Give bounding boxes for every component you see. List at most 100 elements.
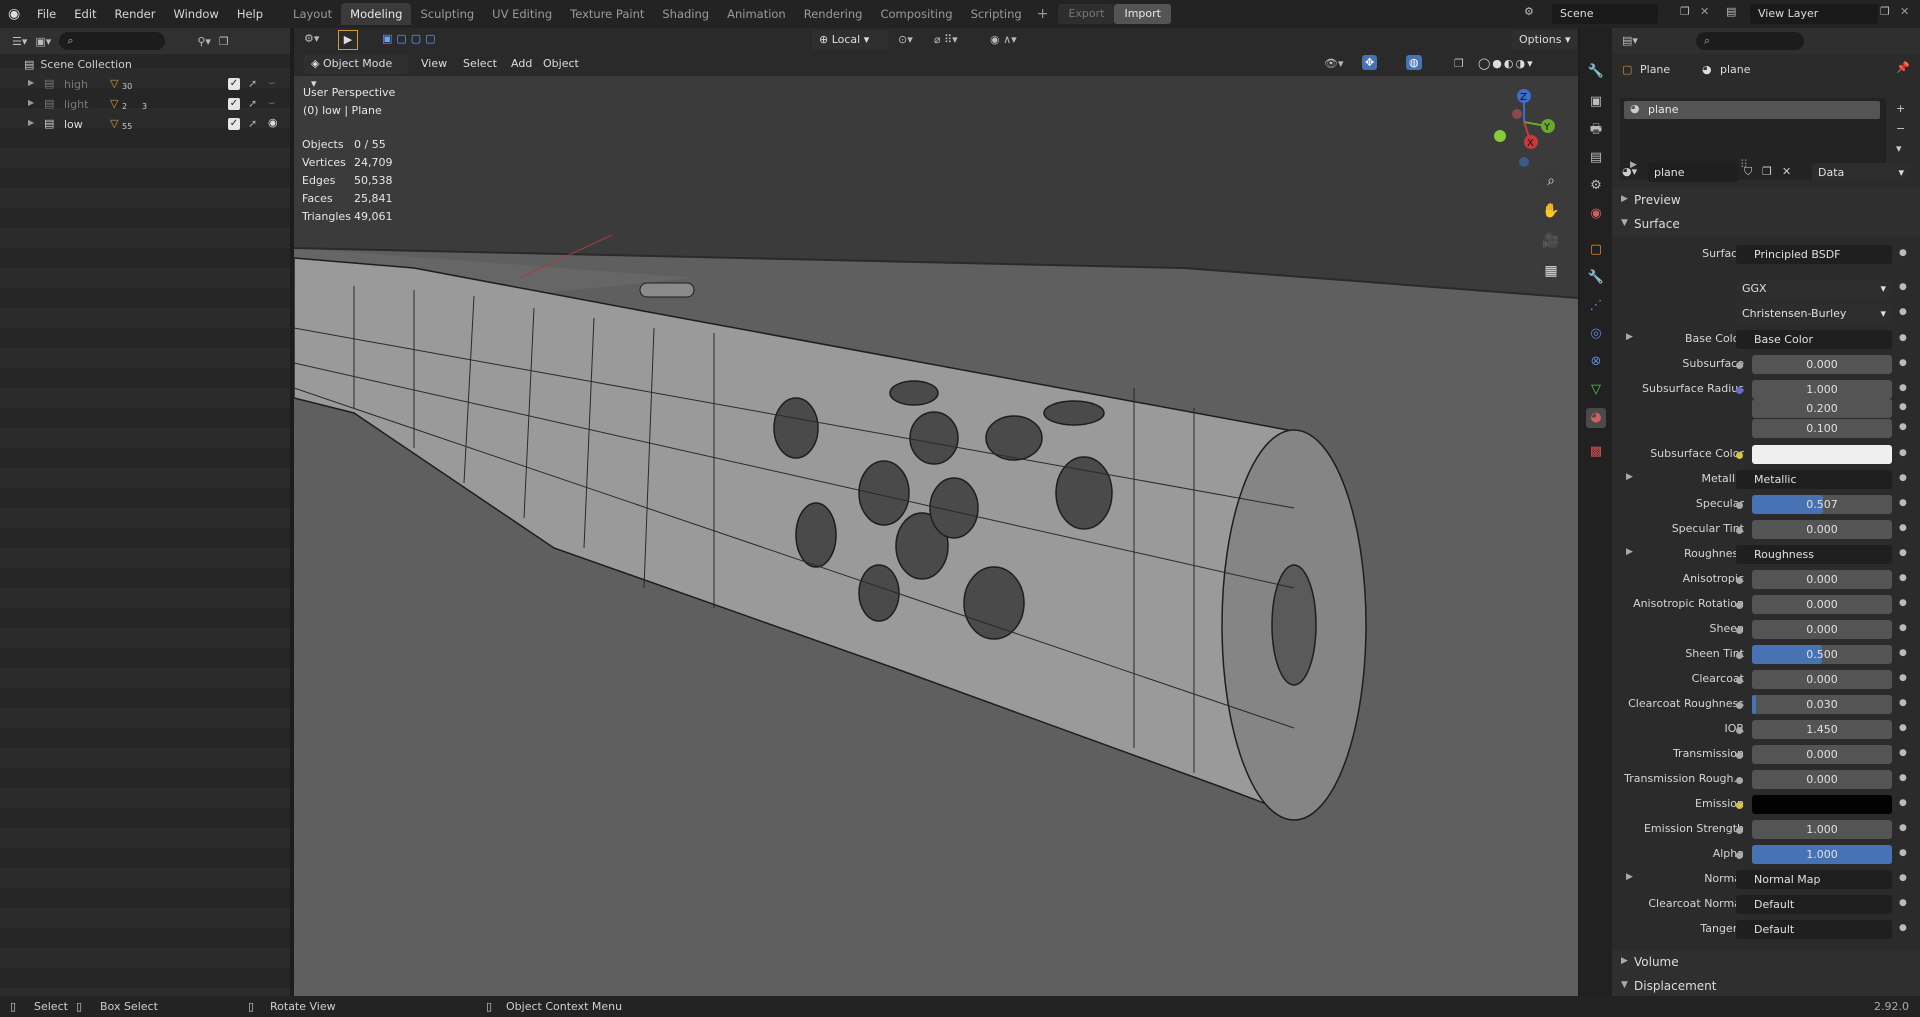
socket-icon[interactable] (1736, 777, 1743, 784)
ortho-toggle-icon[interactable]: ▦ (1538, 258, 1564, 284)
keyframe-dot-icon[interactable]: ● (1899, 748, 1907, 758)
socket-icon[interactable] (1736, 802, 1743, 809)
output-tab-icon[interactable]: 🖶 (1586, 120, 1606, 140)
socket-icon[interactable] (1736, 527, 1743, 534)
expand-arrow-icon[interactable]: ▶ (28, 98, 34, 107)
menu-file[interactable]: File (28, 0, 65, 28)
keyframe-dot-icon[interactable]: ● (1899, 673, 1907, 683)
camera-view-icon[interactable]: 🎥 (1538, 228, 1564, 254)
filter-icon[interactable]: ⚲▾ (197, 35, 211, 48)
proportional-edit-icon[interactable]: ◉ ∧▾ (990, 33, 1017, 46)
tool-settings-icon[interactable]: ⚙▾ (304, 32, 319, 45)
socket-icon[interactable] (1736, 752, 1743, 759)
expand-socket-icon[interactable]: ▶ (1626, 472, 1633, 482)
overlays-icon[interactable]: ◍ (1406, 55, 1422, 70)
prop-value-field[interactable]: 1.450 (1752, 720, 1892, 739)
include-checkbox[interactable]: ✓ (228, 98, 240, 110)
keyframe-dot-icon[interactable]: ● (1899, 307, 1907, 317)
selectable-icon[interactable]: ➚ (248, 117, 257, 130)
prop-value-field[interactable]: 0.507 (1752, 495, 1892, 514)
prop-value-field[interactable]: 0.000 (1752, 520, 1892, 539)
menu-edit[interactable]: Edit (65, 0, 105, 28)
transform-orientation-dropdown[interactable]: ⊕ Local ▾ (812, 30, 888, 50)
keyframe-dot-icon[interactable]: ● (1899, 548, 1907, 558)
outliner-item-low[interactable]: ▶ ▤ low ▽ 55 ✓ ➚ ◉ (0, 114, 290, 134)
volume-section[interactable]: ▶ Volume (1612, 950, 1920, 974)
prop-value-field[interactable]: 0.000 (1752, 770, 1892, 789)
select-tool-icon[interactable]: ▶ (338, 30, 358, 50)
tab-shading[interactable]: Shading (653, 3, 718, 25)
socket-icon[interactable] (1736, 627, 1743, 634)
selectable-icon[interactable]: ➚ (248, 97, 257, 110)
texture-tab-icon[interactable]: ▩ (1586, 442, 1606, 462)
prop-value-field[interactable]: Default (1736, 920, 1892, 939)
outliner-item-light[interactable]: ▶ ▤ light ▽ 2 3 ✓ ➚ ⌣ (0, 94, 290, 114)
socket-icon[interactable] (1736, 677, 1743, 684)
keyframe-dot-icon[interactable]: ● (1899, 422, 1907, 432)
tab-modeling[interactable]: Modeling (341, 3, 412, 25)
keyframe-dot-icon[interactable]: ● (1899, 333, 1907, 343)
object-tab-icon[interactable]: ▢ (1586, 240, 1606, 260)
selectable-icon[interactable]: ➚ (248, 77, 257, 90)
view-layer-tab-icon[interactable]: ▤ (1586, 148, 1606, 168)
tab-layout[interactable]: Layout (284, 3, 341, 25)
prop-value-field[interactable]: 1.000 (1752, 380, 1892, 399)
tab-rendering[interactable]: Rendering (795, 3, 872, 25)
prop-value-field[interactable]: 0.000 (1752, 355, 1892, 374)
add-slot-icon[interactable]: + (1896, 102, 1905, 115)
keyframe-dot-icon[interactable]: ● (1899, 473, 1907, 483)
material-slot-item[interactable]: plane (1624, 101, 1880, 119)
socket-icon[interactable] (1736, 827, 1743, 834)
data-tab-icon[interactable]: ▽ (1586, 380, 1606, 400)
socket-icon[interactable] (1736, 387, 1743, 394)
prop-value-field[interactable]: GGX ▾ (1736, 279, 1892, 298)
prop-value-field[interactable]: 0.000 (1752, 570, 1892, 589)
properties-editor-icon[interactable]: ▤▾ (1622, 34, 1638, 47)
tool-tab-icon[interactable]: 🔧 (1586, 62, 1606, 82)
view-layer-selector[interactable]: View Layer (1750, 4, 1878, 24)
material-tab-icon[interactable]: ◕ (1586, 408, 1606, 428)
mode-dropdown[interactable]: ◈ Object Mode ▾ (304, 54, 408, 90)
tab-texture-paint[interactable]: Texture Paint (561, 3, 653, 25)
keyframe-dot-icon[interactable]: ● (1899, 448, 1907, 458)
prop-value-field[interactable]: Christensen-Burley ▾ (1736, 304, 1892, 323)
physics-tab-icon[interactable]: ◎ (1586, 324, 1606, 344)
editor-type-icon[interactable]: ☰▾ (12, 35, 27, 48)
include-checkbox[interactable]: ✓ (228, 78, 240, 90)
keyframe-dot-icon[interactable]: ● (1899, 573, 1907, 583)
gizmo-toggle-icon[interactable]: ✥ (1362, 55, 1378, 70)
keyframe-dot-icon[interactable]: ● (1899, 923, 1907, 933)
scene-selector[interactable]: Scene (1552, 4, 1658, 24)
keyframe-dot-icon[interactable]: ● (1899, 623, 1907, 633)
add-workspace-icon[interactable]: + (1031, 6, 1055, 22)
world-tab-icon[interactable]: ◉ (1586, 204, 1606, 224)
displacement-section[interactable]: ▼ Displacement (1612, 974, 1920, 996)
link-dropdown[interactable]: Data ▾ (1812, 163, 1910, 182)
expand-socket-icon[interactable]: ▶ (1626, 332, 1633, 342)
socket-icon[interactable] (1736, 502, 1743, 509)
xray-icon[interactable]: ❐ (1454, 57, 1464, 70)
scene-tab-icon[interactable]: ⚙ (1586, 176, 1606, 196)
expand-arrow-icon[interactable]: ▶ (28, 118, 34, 127)
export-button[interactable]: Export (1058, 4, 1115, 24)
keyframe-dot-icon[interactable]: ● (1899, 873, 1907, 883)
keyframe-dot-icon[interactable]: ● (1899, 598, 1907, 608)
socket-icon[interactable] (1736, 577, 1743, 584)
options-dropdown[interactable]: Options ▾ (1512, 30, 1578, 50)
blender-logo-icon[interactable]: ◉ (8, 6, 28, 22)
constraints-tab-icon[interactable]: ⊗ (1586, 352, 1606, 372)
prop-value-field[interactable]: 0.000 (1752, 595, 1892, 614)
slot-menu-icon[interactable]: ▾ (1896, 142, 1902, 155)
pan-hand-icon[interactable]: ✋ (1538, 198, 1564, 224)
menu-window[interactable]: Window (164, 0, 227, 28)
prop-value-field[interactable]: 0.000 (1752, 745, 1892, 764)
tab-scripting[interactable]: Scripting (962, 3, 1031, 25)
keyframe-dot-icon[interactable]: ● (1899, 798, 1907, 808)
prop-value-field[interactable] (1752, 795, 1892, 814)
shading-modes-icon[interactable]: ◯●◐◑▾ (1478, 57, 1535, 70)
prop-value-field[interactable]: 1.000 (1752, 845, 1892, 864)
modifier-tab-icon[interactable]: 🔧 (1586, 268, 1606, 288)
keyframe-dot-icon[interactable]: ● (1899, 282, 1907, 292)
surface-section[interactable]: ▼ Surface (1612, 212, 1920, 236)
prop-value-field[interactable]: 0.000 (1752, 620, 1892, 639)
